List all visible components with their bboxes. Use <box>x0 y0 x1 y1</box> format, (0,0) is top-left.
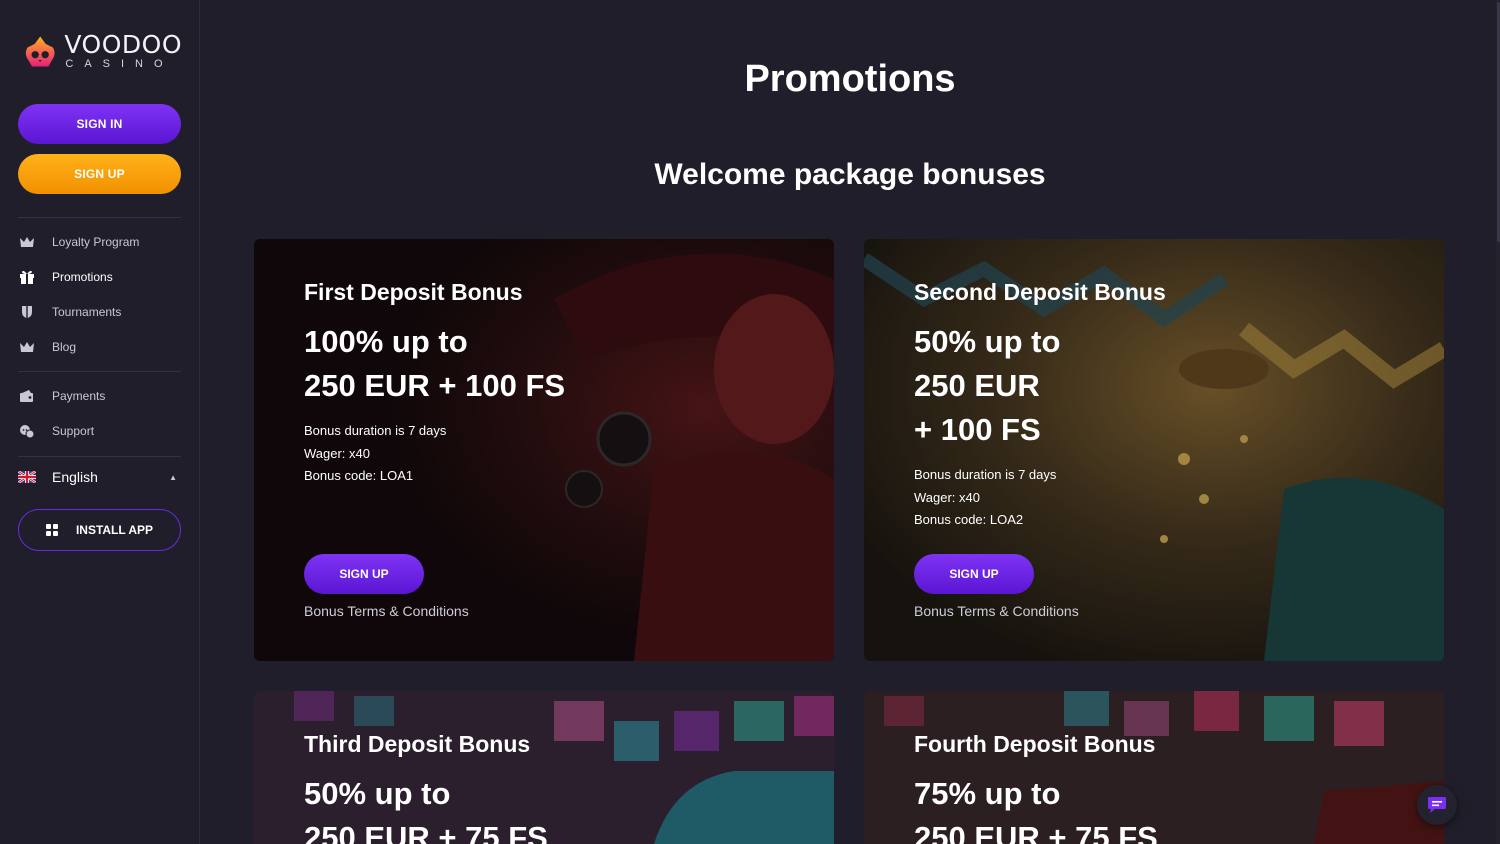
brand-name: VOODOO <box>64 30 182 59</box>
sidebar-item-label: Payments <box>52 389 106 403</box>
bonus-duration: Bonus duration is 7 days <box>914 467 1057 482</box>
card-sign-up-button[interactable]: SIGN UP <box>304 554 424 594</box>
sidebar-item-loyalty-program[interactable]: Loyalty Program <box>18 230 181 254</box>
bonus-terms-link[interactable]: Bonus Terms & Conditions <box>304 603 469 619</box>
apps-grid-icon <box>45 524 58 536</box>
card-amount-line: 100% up to <box>304 324 468 359</box>
live-chat-button[interactable] <box>1417 785 1457 825</box>
promo-card-second-deposit: Second Deposit Bonus 50% up to 250 EUR +… <box>864 239 1444 661</box>
sidebar-item-blog[interactable]: Blog <box>18 335 181 359</box>
card-amount-line: 250 EUR + 100 FS <box>304 368 566 403</box>
sidebar-item-label: Loyalty Program <box>52 235 140 249</box>
sidebar-divider <box>18 371 181 372</box>
promo-card-first-deposit: First Deposit Bonus 100% up to 250 EUR +… <box>254 239 834 661</box>
trophy-icon <box>18 303 36 321</box>
wallet-icon <box>18 387 36 405</box>
chat-bubble-icon <box>1428 797 1446 813</box>
sidebar-item-payments[interactable]: Payments <box>18 384 181 408</box>
bonus-code: Bonus code: LOA1 <box>304 468 414 483</box>
section-title: Welcome package bonuses <box>654 158 1046 191</box>
sidebar-divider <box>18 456 181 457</box>
card-title: Second Deposit Bonus <box>914 279 1166 305</box>
card-amount-line: 250 EUR + 75 FS <box>914 820 1158 844</box>
sidebar-item-support[interactable]: Support <box>18 419 181 443</box>
crown-icon <box>18 233 36 251</box>
bonus-wager: Wager: x40 <box>914 489 980 505</box>
bonus-duration: Bonus duration is 7 days <box>304 423 447 438</box>
skull-logo-icon <box>25 36 55 67</box>
sidebar-item-label: Support <box>52 424 95 438</box>
bonus-code: Bonus code: LOA2 <box>914 512 1024 527</box>
support-chat-icon <box>18 422 36 440</box>
card-sign-up-button[interactable]: SIGN UP <box>914 554 1034 594</box>
brand-subtitle: CASINO <box>65 58 174 70</box>
uk-flag-icon <box>18 471 36 483</box>
language-label: English <box>52 469 98 485</box>
sign-in-button[interactable]: SIGN IN <box>18 104 181 144</box>
card-title: First Deposit Bonus <box>304 279 523 305</box>
page-title: Promotions <box>744 58 956 100</box>
bonus-wager: Wager: x40 <box>304 445 370 461</box>
card-amount-line: 75% up to <box>914 776 1061 811</box>
card-amount-line: 50% up to <box>914 324 1061 359</box>
card-amount-line: 250 EUR + 75 FS <box>304 820 548 844</box>
sidebar-item-promotions[interactable]: Promotions <box>18 265 181 289</box>
sidebar-item-label: Tournaments <box>52 305 122 319</box>
card-amount-line: 250 EUR <box>914 368 1040 403</box>
sign-up-button[interactable]: SIGN UP <box>18 154 181 194</box>
sidebar-item-label: Blog <box>52 340 77 354</box>
install-app-label: INSTALL APP <box>75 523 154 537</box>
crown-icon <box>18 338 36 356</box>
card-amount-line: 50% up to <box>304 776 451 811</box>
gift-icon <box>18 268 36 286</box>
sidebar-divider <box>18 217 181 218</box>
sidebar-item-tournaments[interactable]: Tournaments <box>18 300 181 324</box>
chevron-up-icon: ▲ <box>169 472 177 482</box>
bonus-terms-link[interactable]: Bonus Terms & Conditions <box>914 603 1079 619</box>
promo-card-third-deposit: Third Deposit Bonus 50% up to 250 EUR + … <box>254 691 834 844</box>
sidebar-item-label: Promotions <box>52 270 113 284</box>
voodoo-casino-logo[interactable]: VOODOO CASINO <box>22 30 182 74</box>
card-title: Fourth Deposit Bonus <box>914 731 1156 757</box>
card-title: Third Deposit Bonus <box>304 731 531 757</box>
language-selector[interactable]: English ▲ <box>18 466 181 488</box>
install-app-button[interactable]: INSTALL APP <box>18 509 181 551</box>
promo-card-fourth-deposit: Fourth Deposit Bonus 75% up to 250 EUR +… <box>864 691 1444 844</box>
card-amount-line: + 100 FS <box>914 412 1041 447</box>
